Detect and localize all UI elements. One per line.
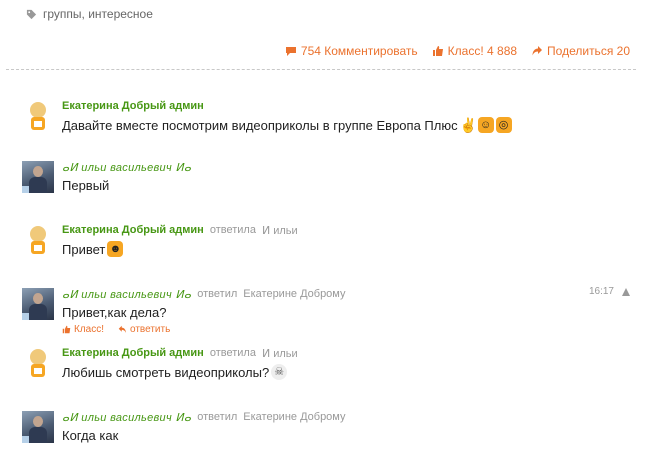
comment: Екатерина Добрый админ ответила ⵍ ильи Л…	[22, 345, 630, 380]
comment-text: Когда как	[62, 428, 119, 443]
klass-button[interactable]: Класс! 4 888	[432, 44, 517, 58]
comment-time: 16:17	[588, 286, 614, 297]
reply-prefix: ответила	[209, 347, 256, 359]
comment-text: Привет	[62, 241, 106, 257]
reply-prefix: ответил	[197, 288, 238, 300]
comment-klass-button[interactable]: Класс!	[62, 324, 104, 335]
comment-text: Первый	[62, 178, 110, 193]
post-actions: 754 Комментировать Класс! 4 888 Поделить…	[285, 44, 630, 58]
comment: Екатерина Добрый админ Давайте вместе по…	[22, 98, 630, 133]
comment: Екатерина Добрый админ ответила ⵍ ильи П…	[22, 222, 630, 257]
comment-text: Любишь смотреть видеоприколы?	[62, 364, 270, 380]
share-button-label: Поделиться 20	[547, 44, 630, 58]
thumbs-up-icon	[432, 46, 443, 56]
tags-row: группы, интересное	[26, 7, 153, 21]
report-icon[interactable]	[622, 287, 630, 296]
comment-reply-button[interactable]: ответить	[118, 324, 170, 335]
admin-avatar[interactable]	[22, 100, 54, 132]
thumbs-up-icon	[62, 325, 71, 334]
comment-author[interactable]: Екатерина Добрый админ	[62, 224, 204, 236]
comment-reply-label: ответить	[130, 324, 171, 335]
comment-button-label: 754 Комментировать	[300, 44, 418, 58]
comment-author[interactable]: ⴰⵍ ильи васильевич ⵍⴰ	[62, 411, 191, 424]
comment-icon	[285, 47, 296, 56]
comment-text: Давайте вместе посмотрим видеоприколы в …	[62, 117, 458, 133]
reply-icon	[118, 325, 126, 333]
reply-target[interactable]: ⵍ ильи	[262, 347, 298, 360]
peace-icon: ✌	[459, 117, 478, 133]
ghost-emoji-icon: ☠	[271, 364, 288, 380]
share-icon	[532, 46, 543, 56]
comment-author[interactable]: Екатерина Добрый админ	[62, 347, 204, 359]
admin-avatar[interactable]	[22, 347, 54, 379]
reply-prefix: ответила	[209, 224, 256, 236]
comment-button[interactable]: 754 Комментировать	[285, 44, 418, 58]
glasses-emoji-icon: ◎	[495, 117, 512, 133]
divider	[6, 69, 636, 70]
comment: ⴰⵍ ильи васильевич ⵍⴰ ответил Екатерине …	[22, 409, 630, 443]
user-avatar[interactable]	[22, 161, 54, 193]
comment-author[interactable]: Екатерина Добрый админ	[62, 100, 204, 112]
reply-prefix: ответил	[197, 411, 238, 423]
comment: ⴰⵍ ильи васильевич ⵍⴰ ответил Екатерине …	[22, 286, 630, 335]
user-avatar[interactable]	[22, 288, 54, 320]
share-button[interactable]: Поделиться 20	[531, 44, 630, 58]
wink-emoji-icon: ☻	[107, 241, 124, 257]
comment-text: Привет,как дела?	[62, 305, 167, 320]
reply-target[interactable]: ⵍ ильи	[262, 224, 298, 237]
tag-icon	[26, 9, 37, 19]
user-avatar[interactable]	[22, 411, 54, 443]
admin-avatar[interactable]	[22, 224, 54, 256]
comment-author[interactable]: ⴰⵍ ильи васильевич ⵍⴰ	[62, 161, 191, 174]
comment-klass-label: Класс!	[74, 324, 104, 335]
tags-text[interactable]: группы, интересное	[43, 7, 153, 21]
reply-target[interactable]: Екатерине Доброму	[243, 411, 345, 423]
comment-author[interactable]: ⴰⵍ ильи васильевич ⵍⴰ	[62, 288, 191, 301]
comment: ⴰⵍ ильи васильевич ⵍⴰ Первый	[22, 159, 630, 193]
reply-target[interactable]: Екатерине Доброму	[243, 288, 345, 300]
grin-emoji-icon: ☺	[477, 117, 494, 133]
klass-button-label: Класс! 4 888	[447, 44, 518, 58]
